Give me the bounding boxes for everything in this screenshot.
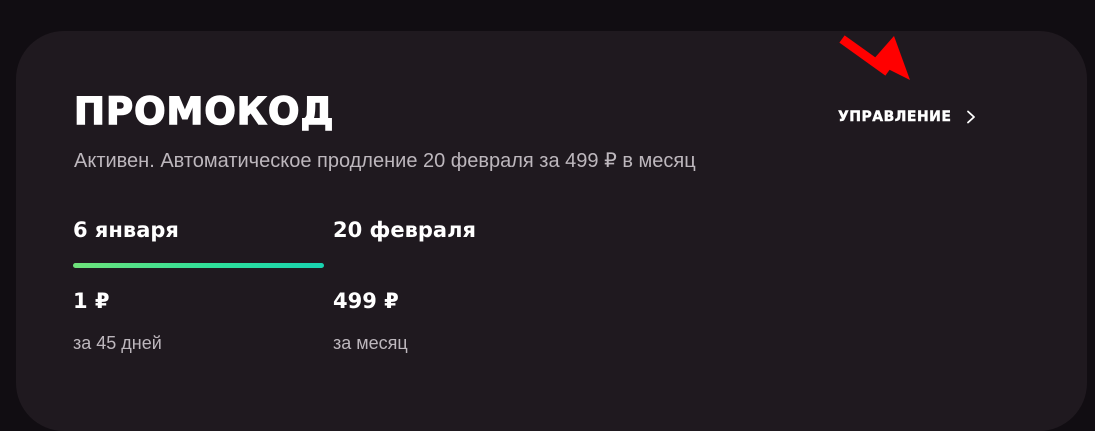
chevron-right-icon: [967, 110, 976, 124]
step-price: 499 ₽: [333, 289, 399, 313]
step-price: 1 ₽: [73, 289, 110, 313]
step-period: за 45 дней: [73, 333, 162, 353]
timeline-step-current: 6 января 1 ₽ за 45 дней: [73, 218, 179, 353]
manage-link[interactable]: УПРАВЛЕНИЕ: [838, 109, 977, 125]
progress-bar-active: [73, 263, 324, 268]
promo-card: ПРОМОКОД УПРАВЛЕНИЕ Активен. Автоматичес…: [16, 31, 1087, 431]
step-period: за месяц: [333, 333, 408, 353]
red-arrow-annotation: [839, 35, 910, 80]
progress-bar-upcoming: [336, 263, 566, 268]
step-date: 6 января: [73, 218, 179, 242]
step-date: 20 февраля: [333, 218, 476, 242]
timeline-step-next: 20 февраля 499 ₽ за месяц: [333, 218, 476, 353]
promo-status: Активен. Автоматическое продление 20 фев…: [74, 150, 696, 172]
manage-label: УПРАВЛЕНИЕ: [838, 109, 952, 125]
promo-title: ПРОМОКОД: [73, 90, 335, 133]
